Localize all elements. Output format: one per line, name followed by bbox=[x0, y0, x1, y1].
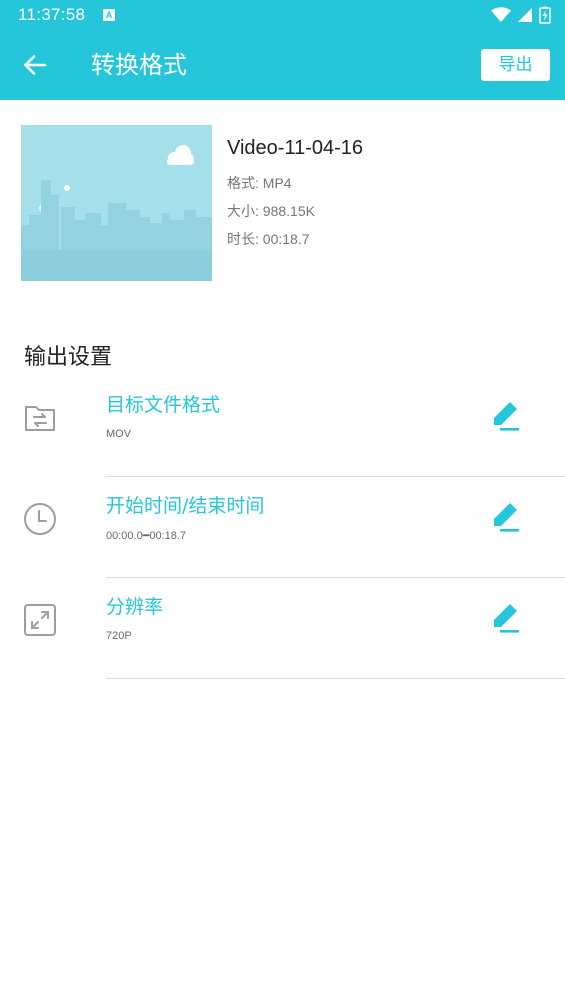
setting-title: 开始时间/结束时间 bbox=[106, 495, 265, 517]
setting-value: 00:00.0━00:18.7 bbox=[106, 530, 187, 542]
expand-icon bbox=[22, 602, 58, 638]
city-skyline-icon bbox=[21, 125, 212, 281]
setting-value: 720P bbox=[106, 630, 132, 642]
pencil-edit-icon bbox=[494, 604, 519, 633]
section-title: 输出设置 bbox=[24, 345, 113, 370]
export-button[interactable]: 导出 bbox=[481, 49, 550, 81]
video-size: 大小: 988.15K bbox=[227, 203, 315, 219]
status-icons bbox=[491, 6, 551, 24]
video-duration: 时长: 00:18.7 bbox=[227, 231, 310, 247]
setting-title: 目标文件格式 bbox=[106, 394, 221, 416]
setting-value: MOV bbox=[106, 428, 132, 440]
setting-row-time-range[interactable]: 开始时间/结束时间 00:00.0━00:18.7 bbox=[0, 477, 565, 578]
pencil-edit-icon bbox=[494, 402, 519, 431]
back-button[interactable] bbox=[20, 50, 50, 80]
video-thumbnail bbox=[21, 125, 212, 281]
status-bar: 11:37:58 A bbox=[0, 0, 565, 30]
edit-button[interactable] bbox=[489, 399, 521, 433]
video-format: 格式: MP4 bbox=[227, 175, 292, 191]
edit-button[interactable] bbox=[489, 601, 521, 635]
notification-badge-icon: A bbox=[103, 9, 115, 21]
folder-convert-icon bbox=[22, 400, 58, 436]
setting-row-resolution[interactable]: 分辨率 720P bbox=[0, 578, 565, 679]
setting-row-target-format[interactable]: 目标文件格式 MOV bbox=[0, 376, 565, 477]
video-title: Video-11-04-16 bbox=[227, 137, 364, 159]
setting-title: 分辨率 bbox=[106, 596, 164, 618]
cellular-signal-icon bbox=[518, 8, 532, 22]
divider bbox=[106, 678, 565, 679]
clock-icon bbox=[22, 501, 58, 537]
page-title: 转换格式 bbox=[91, 51, 187, 79]
status-time: 11:37:58 bbox=[18, 5, 86, 24]
pencil-edit-icon bbox=[494, 503, 519, 532]
app-bar: 转换格式 导出 bbox=[0, 30, 565, 100]
wifi-icon bbox=[491, 7, 511, 22]
edit-button[interactable] bbox=[489, 500, 521, 534]
arrow-left-icon bbox=[24, 55, 47, 75]
battery-charging-icon bbox=[539, 6, 551, 24]
